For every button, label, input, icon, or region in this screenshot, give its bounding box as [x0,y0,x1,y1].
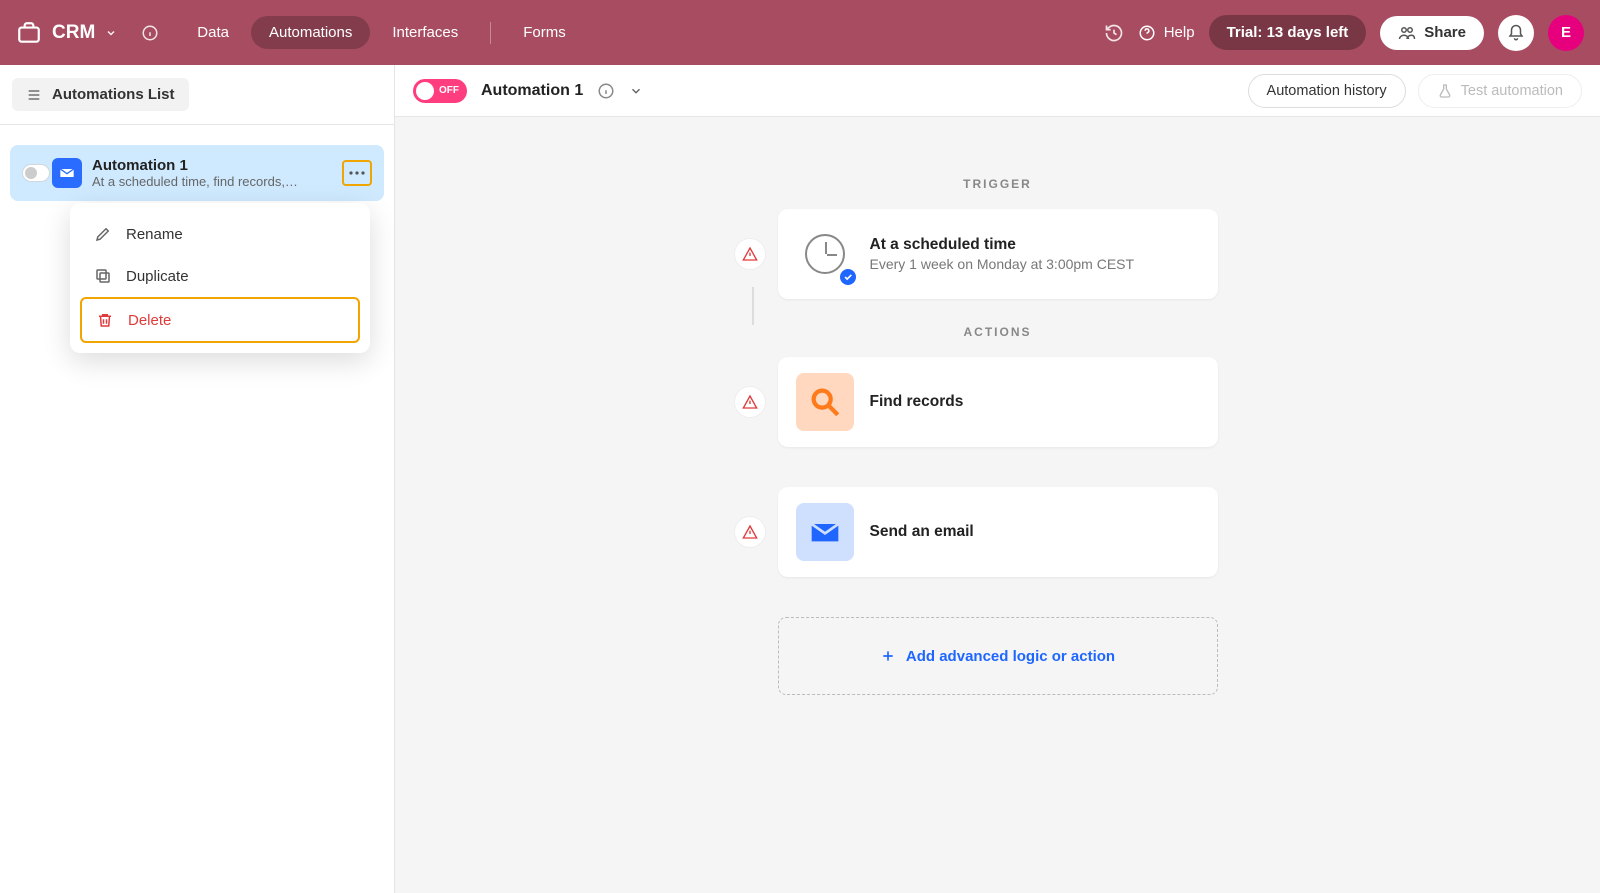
nav-data[interactable]: Data [179,16,247,49]
help-button[interactable]: Help [1138,24,1195,42]
mail-icon [52,158,82,188]
trigger-section-label: TRIGGER [778,177,1218,191]
automation-card-texts: Automation 1 At a scheduled time, find r… [92,157,332,189]
share-button[interactable]: Share [1380,16,1484,50]
test-automation-label: Test automation [1461,83,1563,99]
search-icon [796,373,854,431]
automation-toggle-label: OFF [439,85,459,96]
duplicate-icon [94,267,112,285]
automation-card-toggle[interactable] [22,164,50,182]
menu-rename-label: Rename [126,226,183,243]
briefcase-icon [16,20,42,46]
automation-history-button[interactable]: Automation history [1248,74,1406,108]
automations-list-button[interactable]: Automations List [12,78,189,111]
automation-card-menu: Rename Duplicate Delete [70,203,370,353]
trigger-subtitle: Every 1 week on Monday at 3:00pm CEST [870,256,1135,272]
help-label: Help [1164,24,1195,41]
plus-icon [880,648,896,664]
menu-duplicate[interactable]: Duplicate [80,255,360,297]
automation-card-subtitle: At a scheduled time, find records,… [92,174,332,189]
info-icon[interactable] [141,24,159,42]
content: Automations List Automation 1 At a sched… [0,65,1600,893]
main-header: OFF Automation 1 Automation history Test… [395,65,1600,117]
action1-title: Find records [870,393,964,411]
brand-name: CRM [52,22,95,44]
menu-delete[interactable]: Delete [80,297,360,343]
automation-card-title: Automation 1 [92,157,332,174]
info-icon[interactable] [597,82,615,100]
automation-card[interactable]: Automation 1 At a scheduled time, find r… [10,145,384,201]
action-send-email[interactable]: Send an email [778,487,1218,577]
sidebar-top: Automations List [0,65,394,124]
topbar: CRM Data Automations Interfaces Forms He… [0,0,1600,65]
automation-name[interactable]: Automation 1 [481,82,583,100]
clock-icon [796,225,854,283]
warning-badge[interactable] [734,386,766,418]
action-find-records[interactable]: Find records [778,357,1218,447]
chevron-down-icon[interactable] [629,84,643,98]
pencil-icon [94,225,112,243]
trigger-node[interactable]: At a scheduled time Every 1 week on Mond… [778,209,1218,299]
canvas: TRIGGER At a scheduled tim [395,117,1600,893]
test-automation-button[interactable]: Test automation [1418,74,1582,108]
nav-automations[interactable]: Automations [251,16,370,49]
trial-pill[interactable]: Trial: 13 days left [1209,15,1367,50]
list-icon [26,87,42,103]
main: OFF Automation 1 Automation history Test… [395,65,1600,893]
help-icon [1138,24,1156,42]
brand[interactable]: CRM [16,20,117,46]
main-nav: Data Automations Interfaces Forms [179,16,583,49]
warning-icon [742,246,758,262]
warning-icon [742,524,758,540]
menu-delete-label: Delete [128,312,171,329]
nav-forms[interactable]: Forms [505,16,584,49]
nav-interfaces[interactable]: Interfaces [374,16,476,49]
add-action-button[interactable]: Add advanced logic or action [778,617,1218,695]
ellipsis-icon [349,171,365,175]
trigger-title: At a scheduled time [870,236,1135,254]
people-icon [1398,24,1416,42]
automation-card-menu-button[interactable] [342,160,372,186]
topbar-right: Help Trial: 13 days left Share E [1104,15,1584,51]
warning-badge[interactable] [734,516,766,548]
menu-duplicate-label: Duplicate [126,268,189,285]
actions-section-label: ACTIONS [778,325,1218,339]
check-badge-icon [840,269,856,285]
connector-line [752,287,754,325]
mail-icon [796,503,854,561]
automation-history-label: Automation history [1267,83,1387,99]
menu-rename[interactable]: Rename [80,213,360,255]
warning-badge[interactable] [734,238,766,270]
notifications-button[interactable] [1498,15,1534,51]
sidebar: Automations List Automation 1 At a sched… [0,65,395,893]
nav-divider [490,22,491,44]
share-label: Share [1424,24,1466,41]
chevron-down-icon [105,27,117,39]
automations-list-label: Automations List [52,86,175,103]
automation-toggle[interactable]: OFF [413,79,467,103]
warning-icon [742,394,758,410]
history-icon[interactable] [1104,23,1124,43]
avatar[interactable]: E [1548,15,1584,51]
main-header-right: Automation history Test automation [1248,74,1582,108]
bell-icon [1507,24,1525,42]
action2-title: Send an email [870,523,974,541]
sidebar-body: Automation 1 At a scheduled time, find r… [0,125,394,221]
add-action-label: Add advanced logic or action [906,648,1115,665]
flask-icon [1437,83,1453,99]
trash-icon [96,311,114,329]
flow: TRIGGER At a scheduled tim [778,177,1218,695]
